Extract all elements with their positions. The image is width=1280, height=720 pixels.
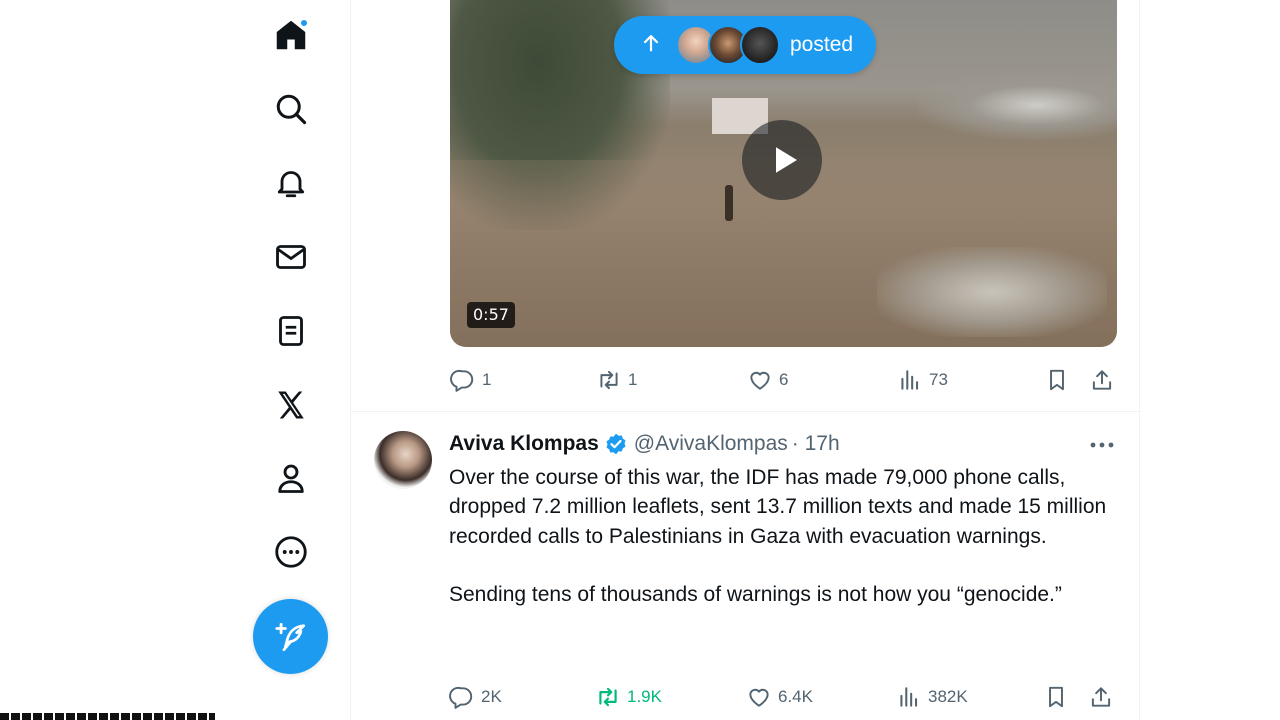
post-divider: [351, 411, 1141, 412]
video-scene-rubble: [877, 247, 1107, 337]
post-header: Aviva Klompas @AvivaKlompas · 17h: [449, 432, 840, 456]
x-logo-icon: [278, 391, 304, 419]
heart-icon: [750, 371, 770, 390]
reply-button[interactable]: 1: [450, 367, 491, 393]
like-count: 6.4K: [778, 687, 813, 706]
new-posts-avatars: [676, 25, 780, 65]
post-actions: 2K 1.9K 6.4K 382K: [449, 680, 1116, 714]
new-posts-label: posted: [790, 33, 854, 56]
play-icon: [775, 147, 797, 173]
reply-icon: [450, 369, 474, 392]
like-button[interactable]: 6: [747, 367, 788, 393]
views-button[interactable]: 73: [897, 367, 948, 393]
repost-button[interactable]: 1: [596, 367, 637, 393]
compose-post-button[interactable]: [253, 599, 328, 674]
video-duration: 0:57: [467, 302, 515, 328]
reply-icon: [449, 686, 473, 709]
repost-button[interactable]: 1.9K: [595, 684, 662, 710]
more-circle-icon: [275, 536, 307, 568]
verified-badge-icon: [606, 433, 626, 455]
nav-profile[interactable]: [268, 455, 314, 501]
repost-icon: [600, 370, 618, 390]
post-time[interactable]: · 17h: [792, 432, 840, 456]
bookmark-icon: [1050, 369, 1064, 391]
repost-icon: [599, 687, 617, 707]
view-count: 382K: [928, 687, 968, 706]
repost-count: 1.9K: [627, 687, 662, 706]
post-paragraph: Over the course of this war, the IDF has…: [449, 466, 1107, 548]
avatar: [740, 25, 780, 65]
share-icon: [1092, 370, 1112, 390]
search-icon: [276, 94, 307, 125]
views-button[interactable]: 382K: [896, 684, 968, 710]
author-name[interactable]: Aviva Klompas: [449, 432, 599, 456]
view-count: 73: [929, 370, 948, 389]
views-chart-icon: [901, 370, 919, 390]
reply-count: 1: [482, 370, 492, 389]
left-nav: [0, 0, 350, 720]
nav-notifications[interactable]: [268, 160, 314, 206]
share-icon: [1091, 687, 1111, 707]
like-button[interactable]: 6.4K: [746, 684, 813, 710]
author-avatar[interactable]: [374, 431, 432, 489]
bookmark-button[interactable]: [1043, 684, 1069, 710]
post-paragraph: Sending tens of thousands of warnings is…: [449, 583, 1062, 607]
like-count: 6: [779, 370, 789, 389]
mail-icon: [276, 245, 306, 269]
notification-dot: [299, 18, 309, 28]
person-icon: [278, 464, 304, 493]
more-options-icon[interactable]: [1088, 432, 1116, 458]
repost-count: 1: [628, 370, 638, 389]
bookmark-icon: [1049, 686, 1063, 708]
timeline-column: 0:57 posted 1 1 6 73: [350, 0, 1141, 720]
views-chart-icon: [900, 687, 918, 707]
reply-count: 2K: [481, 687, 502, 706]
nav-messages[interactable]: [268, 234, 314, 280]
author-handle[interactable]: @AvivaKlompas: [634, 432, 788, 456]
bookmark-button[interactable]: [1044, 367, 1070, 393]
nav-home[interactable]: [268, 12, 314, 58]
nav-more[interactable]: [268, 529, 314, 575]
post-actions: 1 1 6 73: [450, 363, 1117, 397]
bell-icon: [277, 171, 305, 198]
video-scene-person: [725, 185, 733, 221]
new-posts-pill[interactable]: posted: [614, 16, 876, 74]
reply-button[interactable]: 2K: [449, 684, 502, 710]
heart-icon: [749, 688, 769, 707]
play-button[interactable]: [742, 120, 822, 200]
share-button[interactable]: [1088, 684, 1114, 710]
arrow-up-icon: [640, 32, 662, 58]
cropped-text-fragment: [0, 713, 215, 720]
nav-explore[interactable]: [268, 86, 314, 132]
nav-lists[interactable]: [268, 308, 314, 354]
share-button[interactable]: [1089, 367, 1115, 393]
post-text: Over the course of this war, the IDF has…: [449, 463, 1119, 609]
list-icon: [279, 316, 303, 346]
video-scene-rubble: [917, 70, 1117, 140]
feather-plus-icon: [274, 622, 305, 651]
nav-premium[interactable]: [268, 382, 314, 428]
